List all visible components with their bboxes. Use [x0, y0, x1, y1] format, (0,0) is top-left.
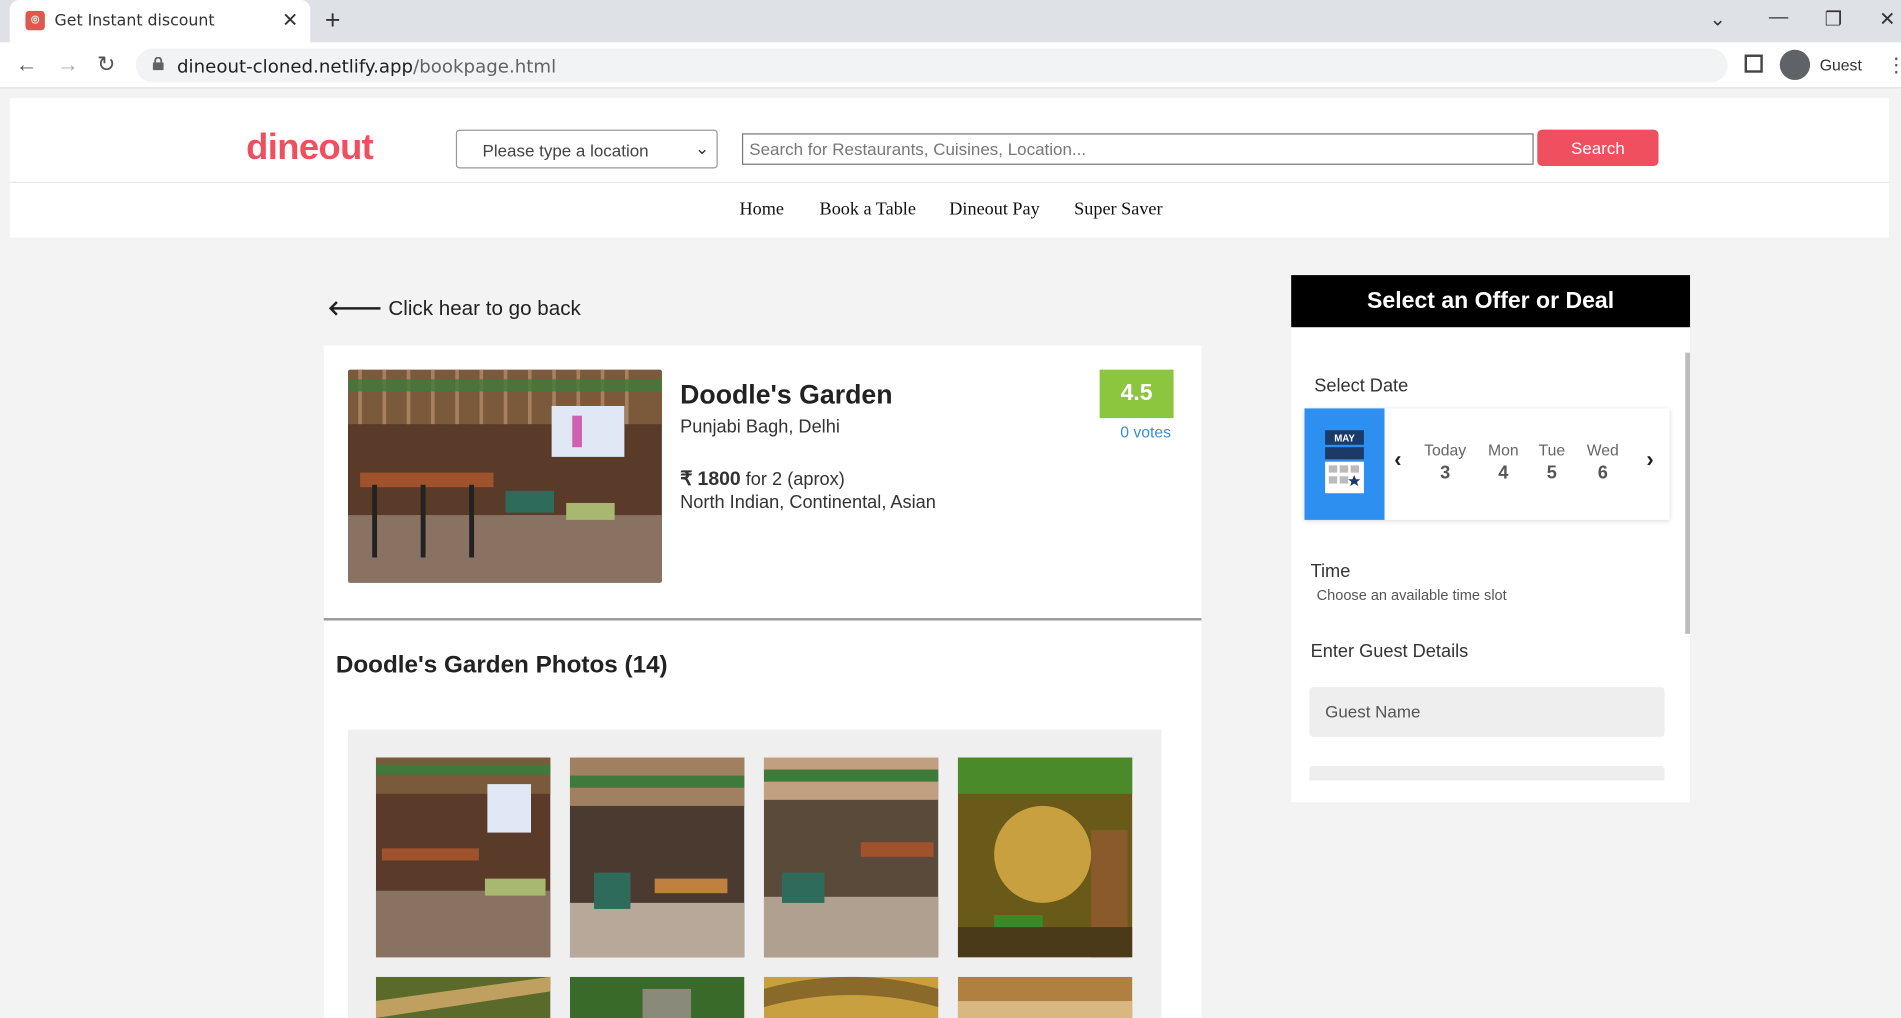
browser-tab[interactable]: ⌾ Get Instant discount ✕	[9, 0, 311, 43]
date-num: 6	[1597, 462, 1608, 484]
date-option[interactable]: Wed 6	[1582, 441, 1623, 483]
chevron-down-icon: ⌄	[695, 138, 710, 158]
tab-title: Get Instant discount	[54, 12, 215, 31]
gallery-photo[interactable]	[569, 757, 745, 958]
date-num: 5	[1546, 462, 1557, 484]
select-date-label: Select Date	[1314, 375, 1409, 397]
site-header: dineout Please type a location ⌄ Search …	[9, 98, 1889, 238]
lock-icon	[152, 56, 164, 71]
tab-favicon-icon: ⌾	[25, 10, 45, 31]
restaurant-price: ₹ 1800 for 2 (aprox)	[680, 467, 845, 491]
url-text: dineout-cloned.netlify.app/bookpage.html	[177, 55, 557, 78]
nav-home[interactable]: Home	[740, 200, 784, 221]
tab-close-icon[interactable]: ✕	[282, 8, 298, 32]
photos-title: Doodle's Garden Photos (14)	[335, 652, 668, 679]
offer-panel-title: Select an Offer or Deal	[1291, 275, 1691, 328]
gallery-photo[interactable]	[957, 976, 1133, 1018]
gallery-photo[interactable]	[763, 976, 939, 1018]
date-num: 3	[1440, 462, 1451, 484]
photo-gallery	[347, 729, 1162, 1018]
profile-name: Guest	[1819, 55, 1862, 74]
date-option[interactable]: Today 3	[1420, 441, 1471, 483]
gallery-photo[interactable]	[957, 757, 1133, 958]
date-option[interactable]: Tue 5	[1534, 441, 1570, 483]
location-select[interactable]: Please type a location ⌄	[455, 129, 718, 169]
date-day: Mon	[1487, 441, 1519, 460]
dineout-logo[interactable]: dineout	[246, 127, 374, 168]
browser-tabbar: ⌾ Get Instant discount ✕ + ⌄ — ❐ ✕	[0, 0, 1901, 43]
gallery-photo[interactable]	[569, 976, 745, 1018]
rupee-symbol: ₹	[680, 469, 693, 490]
minimize-icon[interactable]: —	[1769, 7, 1788, 29]
date-picker: MAY ‹ Today 3 Mon 4 Tue 5 Wed 6 ›	[1304, 408, 1670, 520]
address-bar[interactable]: dineout-cloned.netlify.app/bookpage.html	[135, 48, 1728, 83]
panel-scrollbar[interactable]	[1685, 352, 1691, 634]
restaurant-photo	[347, 369, 662, 583]
restaurant-card: Doodle's Garden Punjabi Bagh, Delhi ₹ 18…	[323, 345, 1202, 1018]
gallery-photo[interactable]	[375, 757, 551, 958]
menu-dots-icon[interactable]: ⋮	[1886, 53, 1901, 77]
back-link-label: Click hear to go back	[388, 296, 581, 320]
back-link[interactable]: 🡐 Click hear to go back	[327, 297, 580, 321]
calendar-icon: MAY	[1304, 408, 1385, 520]
restaurant-name: Doodle's Garden	[680, 379, 893, 410]
guest-name-placeholder: Guest Name	[1325, 701, 1421, 722]
offer-panel: Select an Offer or Deal Select Date MAY …	[1291, 275, 1691, 803]
price-amount: 1800	[697, 469, 741, 490]
restaurant-cuisines: North Indian, Continental, Asian	[680, 492, 936, 513]
window-close-icon[interactable]: ✕	[1879, 7, 1895, 31]
votes-link[interactable]: 0 votes	[1120, 423, 1171, 441]
card-divider	[323, 618, 1202, 621]
left-arrow-icon: 🡐	[327, 296, 383, 320]
reload-icon[interactable]: ↻	[97, 52, 115, 77]
nav-super-saver[interactable]: Super Saver	[1074, 200, 1162, 221]
guest-details-label: Enter Guest Details	[1310, 641, 1469, 662]
search-input[interactable]: Search for Restaurants, Cuisines, Locati…	[741, 133, 1534, 165]
time-subtext: Choose an available time slot	[1316, 586, 1507, 604]
price-suffix: for 2 (aprox)	[745, 469, 845, 490]
prev-date-arrow-icon[interactable]: ‹	[1394, 447, 1401, 472]
new-tab-icon[interactable]: +	[325, 5, 341, 37]
tab-search-chevron-icon[interactable]: ⌄	[1709, 7, 1725, 31]
back-arrow-icon[interactable]: ←	[16, 52, 38, 77]
time-label: Time	[1310, 561, 1351, 582]
next-date-arrow-icon[interactable]: ›	[1646, 447, 1653, 472]
date-option[interactable]: Mon 4	[1482, 441, 1526, 483]
profile-button[interactable]: Guest	[1777, 47, 1864, 83]
date-day: Wed	[1586, 441, 1619, 460]
search-button[interactable]: Search	[1537, 129, 1659, 167]
header-divider	[9, 181, 1889, 183]
calendar-month: MAY	[1334, 434, 1355, 445]
restaurant-location: Punjabi Bagh, Delhi	[680, 416, 840, 438]
location-select-value: Please type a location	[482, 140, 649, 160]
browser-toolbar: ← → ↻ dineout-cloned.netlify.app/bookpag…	[0, 42, 1901, 89]
guest-second-input[interactable]	[1309, 765, 1665, 781]
date-day: Today	[1424, 441, 1467, 460]
rating-badge: 4.5	[1099, 369, 1174, 419]
gallery-photo[interactable]	[763, 757, 939, 958]
guest-name-input[interactable]: Guest Name	[1309, 687, 1665, 737]
restore-icon[interactable]: ❐	[1825, 7, 1842, 31]
side-panel-icon[interactable]	[1744, 54, 1763, 73]
forward-arrow-icon[interactable]: →	[57, 52, 79, 77]
search-placeholder: Search for Restaurants, Cuisines, Locati…	[749, 139, 1087, 159]
nav-book-a-table[interactable]: Book a Table	[820, 200, 916, 221]
date-num: 4	[1498, 462, 1509, 484]
avatar-icon	[1779, 49, 1811, 80]
date-day: Tue	[1538, 441, 1566, 460]
nav-dineout-pay[interactable]: Dineout Pay	[949, 200, 1039, 221]
gallery-photo[interactable]	[375, 976, 551, 1018]
